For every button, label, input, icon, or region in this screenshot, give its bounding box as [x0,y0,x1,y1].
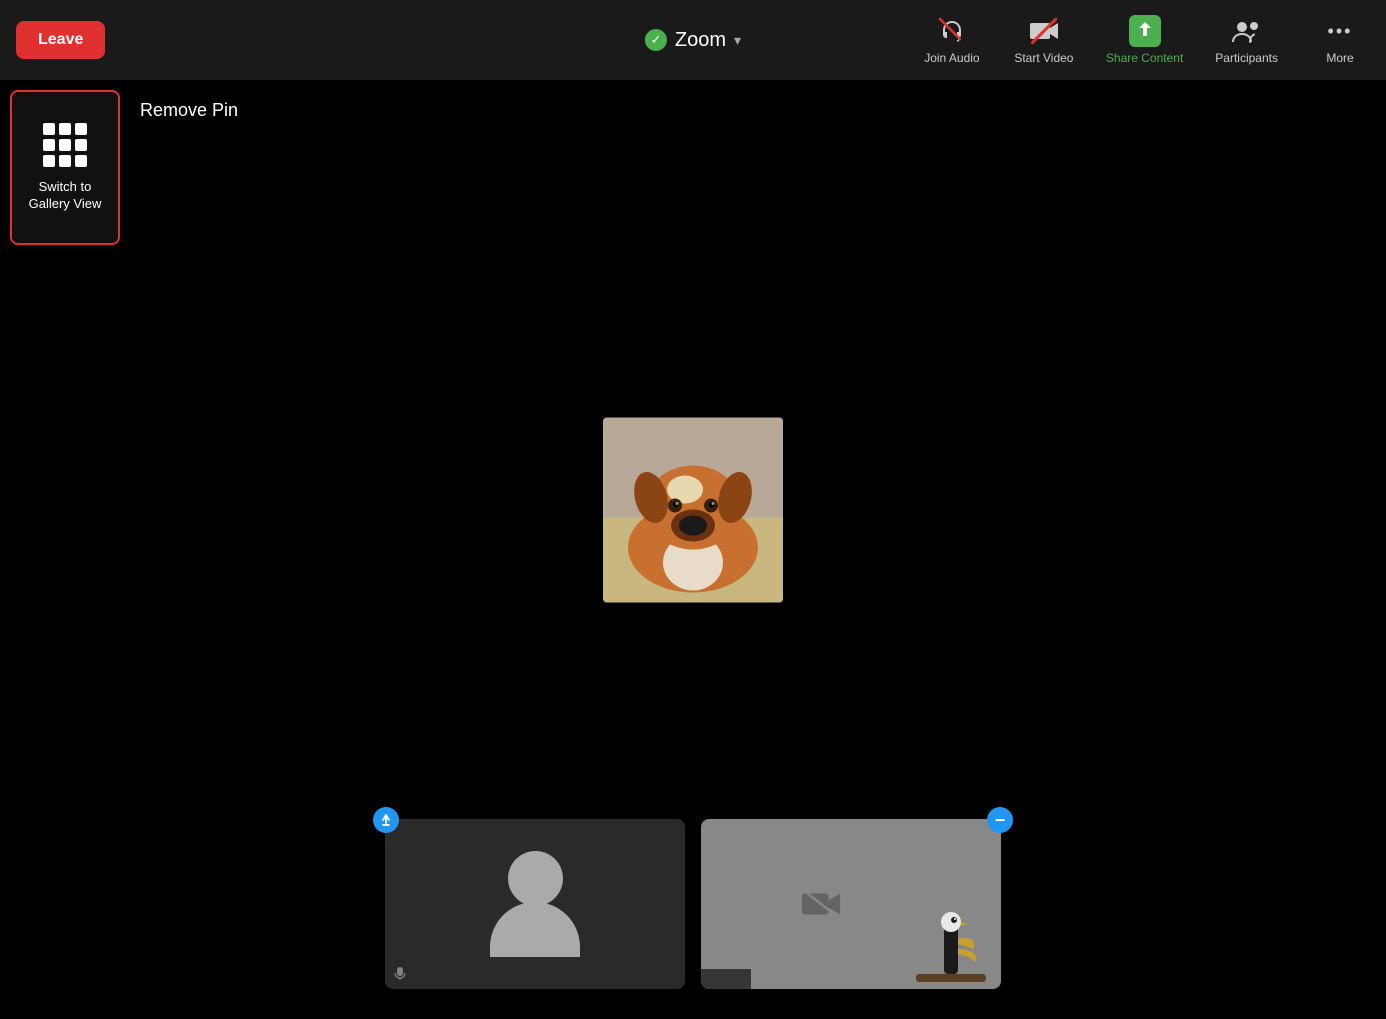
mic-icon [393,966,407,983]
topbar: Leave ✓ Zoom ▾ Join Audio [0,0,1386,80]
more-button[interactable]: ••• More [1310,15,1370,65]
center-video-frame [603,417,783,602]
start-video-button[interactable]: Start Video [1014,15,1074,65]
bottom-thumbnails: − [385,819,1001,989]
share-content-button[interactable]: Share Content [1106,15,1183,65]
leave-button[interactable]: Leave [16,21,105,59]
avatar-body [490,902,580,957]
main-area: Switch to Gallery View Remove Pin [0,80,1386,1019]
join-audio-label: Join Audio [924,51,979,65]
shield-icon: ✓ [645,29,667,51]
headphone-icon [936,15,968,47]
avatar-head [508,851,563,906]
zoom-title: ✓ Zoom ▾ [645,29,741,52]
thumbnail-2 [701,819,1001,989]
start-video-label: Start Video [1014,51,1073,65]
thumbnail-2-container: − [701,819,1001,989]
avatar [490,851,580,957]
remove-pin-button[interactable]: Remove Pin [140,100,238,121]
thumbnail-1 [385,819,685,989]
pin-badge-1 [373,807,399,833]
chevron-down-icon: ▾ [734,32,741,49]
participants-button[interactable]: Participants [1215,15,1278,65]
more-dots-icon: ••• [1324,15,1356,47]
dog-image [603,417,783,602]
grid-icon [43,123,87,167]
switch-gallery-view-button[interactable]: Switch to Gallery View [10,90,120,245]
share-content-label: Share Content [1106,51,1183,65]
topbar-controls: Join Audio Start Video Share Content [922,15,1370,65]
participants-icon [1231,15,1263,47]
share-icon [1129,15,1161,47]
participants-label: Participants [1215,51,1278,65]
camera-blocked-icon [801,889,841,919]
zoom-label: Zoom [675,29,726,52]
dark-strip [701,969,751,989]
minus-badge-2: − [987,807,1013,833]
join-audio-button[interactable]: Join Audio [922,15,982,65]
thumbnail-1-container [385,819,685,989]
camera-icon [1028,15,1060,47]
switch-gallery-label: Switch to Gallery View [29,179,102,213]
more-label: More [1326,51,1353,65]
